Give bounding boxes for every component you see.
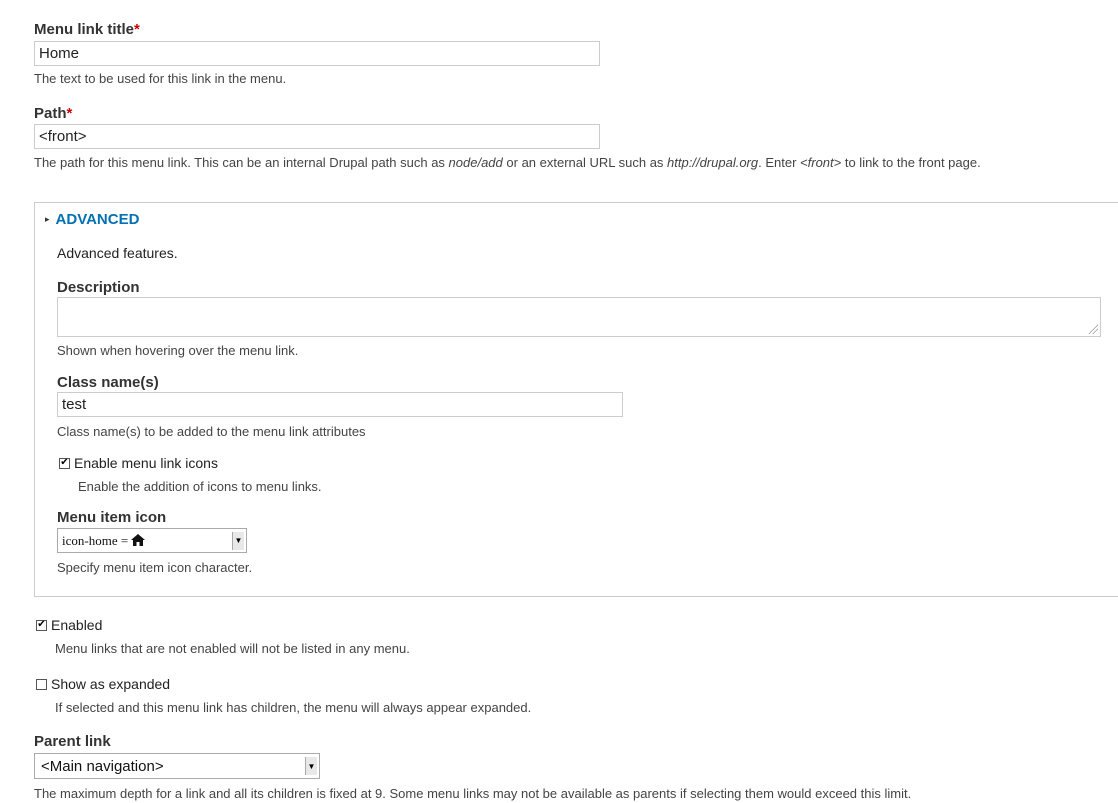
description-help: Shown when hovering over the menu link. [57,343,299,358]
advanced-legend-link[interactable]: ADVANCED [56,211,140,228]
resize-grip-icon[interactable] [1088,324,1098,334]
path-description: The path for this menu link. This can be… [34,155,981,170]
checkmark-icon: ✔ [37,619,46,630]
enabled-help: Menu links that are not enabled will not… [55,641,410,656]
enable-icons-field: ✔ Enable menu link icons [59,455,218,471]
enable-icons-help: Enable the addition of icons to menu lin… [78,479,322,494]
menu-item-icon-help: Specify menu item icon character. [57,560,253,575]
enable-icons-checkbox[interactable]: ✔ [59,457,70,469]
parent-link-help: The maximum depth for a link and all its… [34,786,912,801]
required-mark: * [134,21,140,38]
expanded-label: Show as expanded [51,676,171,692]
description-textarea[interactable] [57,297,1101,337]
menu-link-title-label: Menu link title* [34,21,140,38]
enable-icons-label: Enable menu link icons [74,455,218,471]
expanded-help: If selected and this menu link has child… [55,700,532,715]
required-mark: * [66,105,73,122]
class-name-input[interactable] [57,392,623,417]
class-name-help: Class name(s) to be added to the menu li… [57,424,366,439]
class-name-label: Class name(s) [57,374,159,391]
checkmark-icon: ✔ [60,457,69,468]
parent-link-label: Parent link [34,733,111,750]
menu-link-title-input[interactable] [34,41,600,66]
expanded-checkbox[interactable] [36,678,47,690]
enabled-field: ✔ Enabled [36,617,102,633]
enabled-label: Enabled [51,617,103,633]
path-input[interactable] [34,124,600,149]
menu-link-title-description: The text to be used for this link in the… [34,71,287,86]
enabled-checkbox[interactable]: ✔ [36,619,47,631]
chevron-down-icon: ▼ [232,531,244,550]
menu-item-icon-value: icon-home = [58,533,146,549]
parent-link-value: <Main navigation> [41,757,164,775]
menu-item-icon-select[interactable]: icon-home = ▼ [57,528,247,553]
expanded-field: Show as expanded [36,676,170,692]
advanced-intro: Advanced features. [57,245,178,261]
advanced-toggle[interactable]: ▸ ADVANCED [45,211,139,228]
expand-triangle-icon: ▸ [45,214,50,224]
parent-link-select[interactable]: <Main navigation> ▼ [34,753,320,779]
chevron-down-icon: ▼ [305,757,317,775]
home-icon [131,533,146,546]
path-label: Path* [34,105,73,122]
description-label: Description [57,279,140,296]
menu-item-icon-label: Menu item icon [57,509,167,526]
